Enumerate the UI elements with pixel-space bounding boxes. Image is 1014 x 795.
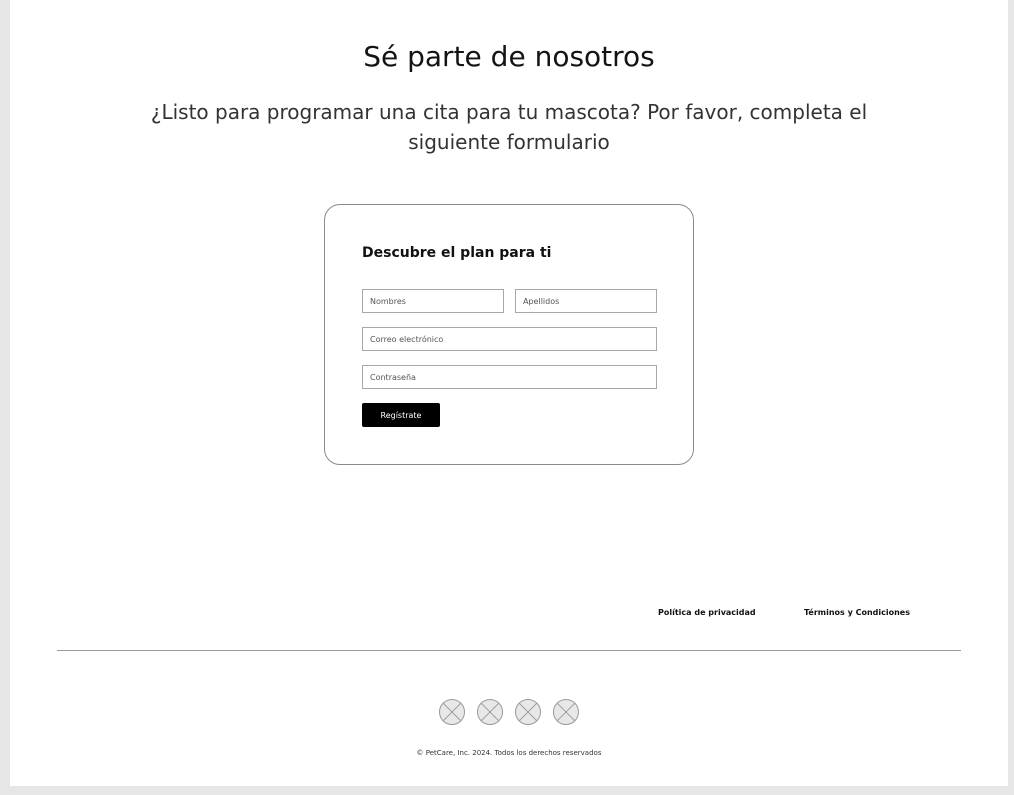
- signup-card: Descubre el plan para ti Regístrate: [324, 204, 694, 465]
- form-title: Descubre el plan para ti: [362, 245, 552, 261]
- first-name-input[interactable]: [362, 289, 504, 313]
- social-icon-placeholder-2[interactable]: [476, 698, 504, 726]
- privacy-policy-link[interactable]: Política de privacidad: [658, 608, 756, 617]
- footer-divider: [57, 650, 961, 651]
- email-input[interactable]: [362, 327, 657, 351]
- social-links: [438, 698, 588, 726]
- placeholder-image-icon: [515, 699, 541, 725]
- social-icon-placeholder-4[interactable]: [552, 698, 580, 726]
- password-input[interactable]: [362, 365, 657, 389]
- placeholder-image-icon: [439, 699, 465, 725]
- last-name-input[interactable]: [515, 289, 657, 313]
- placeholder-image-icon: [477, 699, 503, 725]
- copyright-text: © PetCare, Inc. 2024. Todos los derechos…: [416, 749, 602, 757]
- social-icon-placeholder-3[interactable]: [514, 698, 542, 726]
- page: Sé parte de nosotros ¿Listo para program…: [10, 0, 1008, 786]
- page-title: Sé parte de nosotros: [363, 40, 655, 73]
- placeholder-image-icon: [553, 699, 579, 725]
- register-button[interactable]: Regístrate: [362, 403, 440, 427]
- terms-conditions-link[interactable]: Términos y Condiciones: [804, 608, 910, 617]
- social-icon-placeholder-1[interactable]: [438, 698, 466, 726]
- page-subtitle: ¿Listo para programar una cita para tu m…: [150, 100, 868, 154]
